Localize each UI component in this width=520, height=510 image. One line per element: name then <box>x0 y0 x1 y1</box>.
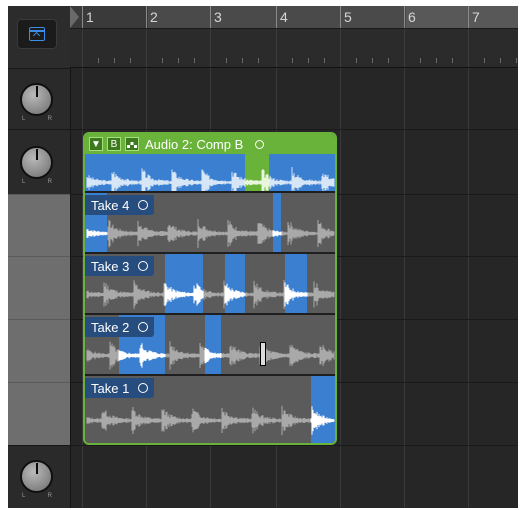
pan-right-label: R <box>47 116 52 122</box>
take-3-header[interactable] <box>8 256 70 319</box>
circle-icon[interactable] <box>255 139 265 149</box>
pan-left-label: L <box>22 493 26 499</box>
circle-icon <box>138 383 149 393</box>
comp-b-button[interactable]: B <box>107 137 121 151</box>
pan-knob[interactable] <box>20 460 53 493</box>
triangle-down-icon[interactable]: ▼ <box>89 137 103 151</box>
comp-steps-icon[interactable] <box>125 137 139 151</box>
comp-folder-header[interactable]: ▼ B Audio 2: Comp B <box>85 134 335 154</box>
circle-icon <box>138 200 149 210</box>
show-inspector-button[interactable] <box>17 19 57 49</box>
text-cursor-icon <box>260 342 266 366</box>
playhead-marker[interactable] <box>70 6 79 28</box>
take-label[interactable]: Take 1 <box>85 378 155 398</box>
take-lane[interactable]: Take 1 <box>85 374 335 443</box>
take-label[interactable]: Take 2 <box>85 317 155 337</box>
cycle-region[interactable] <box>148 6 406 28</box>
take-1-header[interactable] <box>8 382 70 445</box>
take-2-header[interactable] <box>8 319 70 382</box>
bar-number: 3 <box>214 9 222 25</box>
pan-scale: L R <box>22 179 52 185</box>
bar-ruler[interactable]: 1 2 3 4 5 6 7 <box>70 6 518 29</box>
take-lane[interactable]: Take 3 <box>85 252 335 313</box>
bar-number: 5 <box>344 9 352 25</box>
bar-number: 7 <box>472 9 480 25</box>
pan-scale: L R <box>22 493 52 499</box>
bar-number: 2 <box>150 9 158 25</box>
pan-right-label: R <box>47 493 52 499</box>
comp-result-lane[interactable] <box>85 154 335 191</box>
circle-icon <box>138 322 149 332</box>
take-label[interactable]: Take 4 <box>85 195 155 215</box>
take-4-header[interactable] <box>8 194 70 256</box>
comp-folder-region[interactable]: ▼ B Audio 2: Comp B Take 4 Take 3 Take 2… <box>83 132 337 445</box>
pan-left-label: L <box>22 116 26 122</box>
ruler-region <box>406 6 518 28</box>
pan-left-label: L <box>22 179 26 185</box>
bar-number: 6 <box>408 9 416 25</box>
take-label[interactable]: Take 3 <box>85 256 155 276</box>
take-lane[interactable]: Take 2 <box>85 313 335 374</box>
tracks-area: L R L R L R 1 2 3 4 5 6 7 ▼ B Audio 2: C… <box>8 6 518 508</box>
beat-ruler <box>70 29 518 68</box>
pan-right-label: R <box>47 179 52 185</box>
pan-scale: L R <box>22 116 52 122</box>
track-header-column: L R L R L R <box>8 6 71 508</box>
pan-knob[interactable] <box>20 146 53 179</box>
comp-folder-title: Audio 2: Comp B <box>145 136 244 152</box>
pan-knob[interactable] <box>20 83 53 116</box>
show-inspector-icon <box>29 27 45 41</box>
bar-number: 4 <box>280 9 288 25</box>
circle-icon <box>138 261 149 271</box>
take-lane[interactable]: Take 4 <box>85 191 335 252</box>
bar-number: 1 <box>86 9 94 25</box>
